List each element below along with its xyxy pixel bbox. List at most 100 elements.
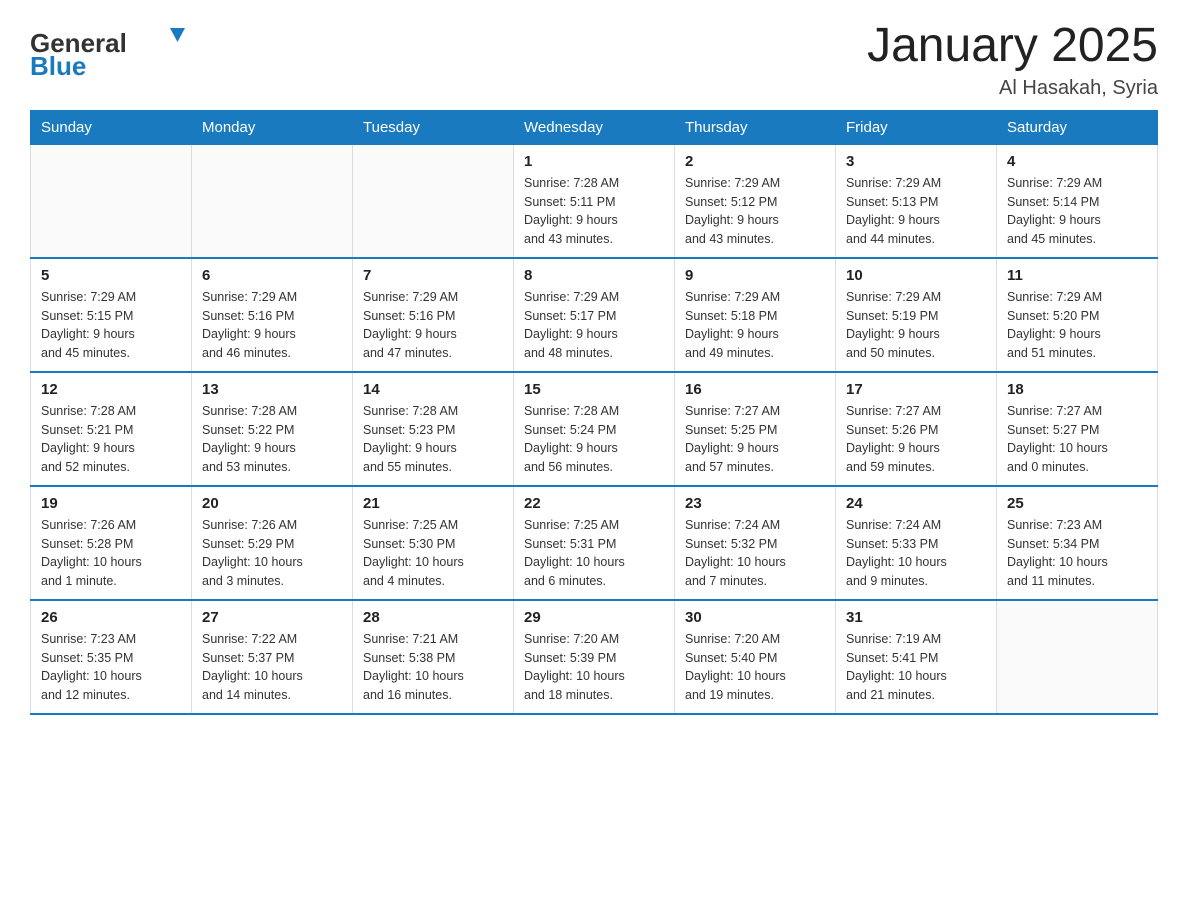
title-section: January 2025 Al Hasakah, Syria <box>867 20 1158 100</box>
calendar-cell: 17 Sunrise: 7:27 AMSunset: 5:26 PMDayligh… <box>836 372 997 486</box>
day-info: Sunrise: 7:21 AMSunset: 5:38 PMDaylight:… <box>363 630 503 705</box>
day-number: 16 <box>685 381 825 398</box>
day-info: Sunrise: 7:29 AMSunset: 5:16 PMDaylight:… <box>202 288 342 363</box>
calendar-cell: 5 Sunrise: 7:29 AMSunset: 5:15 PMDaylight… <box>31 258 192 372</box>
weekday-header-thursday: Thursday <box>675 110 836 144</box>
day-info: Sunrise: 7:24 AMSunset: 5:32 PMDaylight:… <box>685 516 825 591</box>
day-number: 14 <box>363 381 503 398</box>
calendar-cell: 11Sunrise: 7:29 AMSunset: 5:20 PMDayligh… <box>997 258 1158 372</box>
day-info: Sunrise: 7:26 AMSunset: 5:28 PMDaylight:… <box>41 516 181 591</box>
weekday-header-friday: Friday <box>836 110 997 144</box>
day-number: 13 <box>202 381 342 398</box>
calendar-cell: 6 Sunrise: 7:29 AMSunset: 5:16 PMDaylight… <box>192 258 353 372</box>
day-number: 3 <box>846 153 986 170</box>
calendar-cell: 28Sunrise: 7:21 AMSunset: 5:38 PMDayligh… <box>353 600 514 714</box>
calendar-cell: 9 Sunrise: 7:29 AMSunset: 5:18 PMDaylight… <box>675 258 836 372</box>
day-number: 27 <box>202 609 342 626</box>
day-number: 5 <box>41 267 181 284</box>
logo-general-text: General Blue <box>30 20 190 85</box>
day-number: 6 <box>202 267 342 284</box>
calendar-cell: 22 Sunrise: 7:25 AMSunset: 5:31 PMDayligh… <box>514 486 675 600</box>
day-number: 23 <box>685 495 825 512</box>
day-info: Sunrise: 7:27 AMSunset: 5:25 PMDaylight:… <box>685 402 825 477</box>
day-info: Sunrise: 7:23 AMSunset: 5:34 PMDaylight:… <box>1007 516 1147 591</box>
calendar-cell: 3Sunrise: 7:29 AMSunset: 5:13 PMDaylight… <box>836 144 997 258</box>
day-number: 4 <box>1007 153 1147 170</box>
day-info: Sunrise: 7:28 AMSunset: 5:11 PMDaylight:… <box>524 174 664 249</box>
calendar-table: SundayMondayTuesdayWednesdayThursdayFrid… <box>30 110 1158 715</box>
weekday-header-row: SundayMondayTuesdayWednesdayThursdayFrid… <box>31 110 1158 144</box>
calendar-cell <box>353 144 514 258</box>
day-info: Sunrise: 7:27 AMSunset: 5:27 PMDaylight:… <box>1007 402 1147 477</box>
day-number: 9 <box>685 267 825 284</box>
calendar-cell: 31 Sunrise: 7:19 AMSunset: 5:41 PMDayligh… <box>836 600 997 714</box>
calendar-cell: 16 Sunrise: 7:27 AMSunset: 5:25 PMDayligh… <box>675 372 836 486</box>
calendar-cell: 4 Sunrise: 7:29 AMSunset: 5:14 PMDaylight… <box>997 144 1158 258</box>
calendar-cell <box>192 144 353 258</box>
day-number: 24 <box>846 495 986 512</box>
calendar-cell: 23 Sunrise: 7:24 AMSunset: 5:32 PMDayligh… <box>675 486 836 600</box>
calendar-cell: 30 Sunrise: 7:20 AMSunset: 5:40 PMDayligh… <box>675 600 836 714</box>
calendar-cell: 12 Sunrise: 7:28 AMSunset: 5:21 PMDayligh… <box>31 372 192 486</box>
day-info: Sunrise: 7:25 AMSunset: 5:31 PMDaylight:… <box>524 516 664 591</box>
day-number: 12 <box>41 381 181 398</box>
calendar-week-row: 1Sunrise: 7:28 AMSunset: 5:11 PMDaylight… <box>31 144 1158 258</box>
calendar-cell: 19Sunrise: 7:26 AMSunset: 5:28 PMDayligh… <box>31 486 192 600</box>
calendar-cell: 13 Sunrise: 7:28 AMSunset: 5:22 PMDayligh… <box>192 372 353 486</box>
day-info: Sunrise: 7:28 AMSunset: 5:21 PMDaylight:… <box>41 402 181 477</box>
calendar-cell: 10 Sunrise: 7:29 AMSunset: 5:19 PMDayligh… <box>836 258 997 372</box>
day-info: Sunrise: 7:28 AMSunset: 5:24 PMDaylight:… <box>524 402 664 477</box>
day-info: Sunrise: 7:29 AMSunset: 5:16 PMDaylight:… <box>363 288 503 363</box>
day-number: 7 <box>363 267 503 284</box>
day-number: 17 <box>846 381 986 398</box>
day-number: 10 <box>846 267 986 284</box>
day-info: Sunrise: 7:29 AMSunset: 5:14 PMDaylight:… <box>1007 174 1147 249</box>
day-number: 20 <box>202 495 342 512</box>
day-info: Sunrise: 7:29 AMSunset: 5:19 PMDaylight:… <box>846 288 986 363</box>
calendar-cell: 20 Sunrise: 7:26 AMSunset: 5:29 PMDayligh… <box>192 486 353 600</box>
calendar-cell <box>31 144 192 258</box>
weekday-header-tuesday: Tuesday <box>353 110 514 144</box>
day-number: 21 <box>363 495 503 512</box>
calendar-week-row: 12 Sunrise: 7:28 AMSunset: 5:21 PMDayligh… <box>31 372 1158 486</box>
day-info: Sunrise: 7:26 AMSunset: 5:29 PMDaylight:… <box>202 516 342 591</box>
calendar-cell <box>997 600 1158 714</box>
calendar-header: SundayMondayTuesdayWednesdayThursdayFrid… <box>31 110 1158 144</box>
day-number: 15 <box>524 381 664 398</box>
month-title: January 2025 <box>867 20 1158 73</box>
day-number: 2 <box>685 153 825 170</box>
day-number: 29 <box>524 609 664 626</box>
day-number: 11 <box>1007 267 1147 284</box>
weekday-header-monday: Monday <box>192 110 353 144</box>
day-info: Sunrise: 7:28 AMSunset: 5:22 PMDaylight:… <box>202 402 342 477</box>
day-info: Sunrise: 7:29 AMSunset: 5:18 PMDaylight:… <box>685 288 825 363</box>
location: Al Hasakah, Syria <box>867 77 1158 100</box>
calendar-cell: 25Sunrise: 7:23 AMSunset: 5:34 PMDayligh… <box>997 486 1158 600</box>
calendar-body: 1Sunrise: 7:28 AMSunset: 5:11 PMDaylight… <box>31 144 1158 714</box>
day-number: 31 <box>846 609 986 626</box>
calendar-cell: 2 Sunrise: 7:29 AMSunset: 5:12 PMDaylight… <box>675 144 836 258</box>
calendar-cell: 7 Sunrise: 7:29 AMSunset: 5:16 PMDaylight… <box>353 258 514 372</box>
calendar-cell: 8Sunrise: 7:29 AMSunset: 5:17 PMDaylight… <box>514 258 675 372</box>
day-info: Sunrise: 7:25 AMSunset: 5:30 PMDaylight:… <box>363 516 503 591</box>
day-info: Sunrise: 7:28 AMSunset: 5:23 PMDaylight:… <box>363 402 503 477</box>
day-info: Sunrise: 7:29 AMSunset: 5:15 PMDaylight:… <box>41 288 181 363</box>
day-number: 22 <box>524 495 664 512</box>
calendar-week-row: 19Sunrise: 7:26 AMSunset: 5:28 PMDayligh… <box>31 486 1158 600</box>
day-info: Sunrise: 7:20 AMSunset: 5:40 PMDaylight:… <box>685 630 825 705</box>
day-info: Sunrise: 7:22 AMSunset: 5:37 PMDaylight:… <box>202 630 342 705</box>
calendar-cell: 29 Sunrise: 7:20 AMSunset: 5:39 PMDayligh… <box>514 600 675 714</box>
day-info: Sunrise: 7:19 AMSunset: 5:41 PMDaylight:… <box>846 630 986 705</box>
day-number: 30 <box>685 609 825 626</box>
calendar-cell: 15 Sunrise: 7:28 AMSunset: 5:24 PMDayligh… <box>514 372 675 486</box>
calendar-week-row: 5 Sunrise: 7:29 AMSunset: 5:15 PMDaylight… <box>31 258 1158 372</box>
day-info: Sunrise: 7:27 AMSunset: 5:26 PMDaylight:… <box>846 402 986 477</box>
weekday-header-sunday: Sunday <box>31 110 192 144</box>
day-info: Sunrise: 7:20 AMSunset: 5:39 PMDaylight:… <box>524 630 664 705</box>
day-info: Sunrise: 7:29 AMSunset: 5:12 PMDaylight:… <box>685 174 825 249</box>
day-number: 26 <box>41 609 181 626</box>
logo: General Blue <box>30 20 190 85</box>
calendar-cell: 18Sunrise: 7:27 AMSunset: 5:27 PMDayligh… <box>997 372 1158 486</box>
calendar-cell: 14 Sunrise: 7:28 AMSunset: 5:23 PMDayligh… <box>353 372 514 486</box>
svg-text:Blue: Blue <box>30 51 86 80</box>
